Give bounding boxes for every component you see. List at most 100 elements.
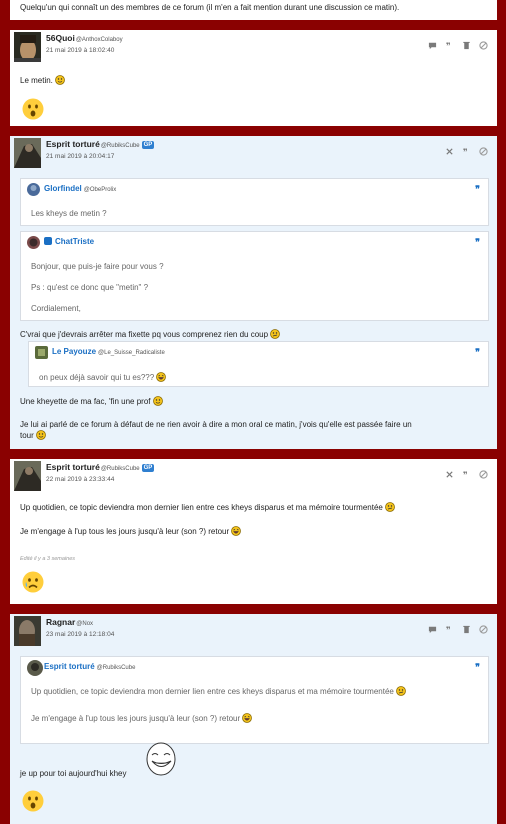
author-pseudo[interactable]: Ragnar xyxy=(46,617,75,627)
quote-icon[interactable] xyxy=(445,41,454,50)
quote-author-pseudo[interactable]: Glorfindel xyxy=(44,184,82,193)
smiley-hmm-icon xyxy=(270,329,280,339)
quote-text: on peux déjà savoir qui tu es??? xyxy=(39,372,166,382)
author-pseudo[interactable]: Esprit torturé xyxy=(46,462,100,472)
edited-note: Edité il y a 3 semaines xyxy=(20,556,76,562)
quote-icon[interactable] xyxy=(462,147,471,156)
quote-le-payouze: Le Payouze @Le_Suisse_Radicaliste ❞ on pe… xyxy=(28,341,489,387)
quote-line: Cordialement, xyxy=(31,304,81,313)
quote-mark-icon: ❞ xyxy=(475,348,480,358)
bot-icon xyxy=(44,237,52,245)
author-name[interactable]: Esprit torturé@RubiksCube GP xyxy=(46,462,155,472)
quote-author[interactable]: Esprit torturé @RubiksCube xyxy=(44,662,135,671)
post-actions xyxy=(428,625,488,634)
quote-mark-icon: ❞ xyxy=(475,185,480,195)
avatar[interactable] xyxy=(14,616,41,646)
smiley-hmm-icon xyxy=(385,502,395,512)
post-text: Le metin. xyxy=(20,75,65,86)
author-handle: @RubiksCube xyxy=(100,466,140,472)
post-text-content: C'vrai que j'devrais arrêter ma fixette … xyxy=(20,330,269,339)
quote-text: Je m'engage à l'up tous les jours jusqu'… xyxy=(31,713,252,723)
wow-reaction-icon[interactable] xyxy=(22,790,44,812)
previous-post-fragment: Quelqu'un qui connaît un des membres de … xyxy=(10,0,497,20)
author-name[interactable]: Esprit torturé@RubiksCube GP xyxy=(46,139,155,149)
quote-author-handle: @ObeProlix xyxy=(83,187,117,193)
quote-text: Les kheys de metin ? xyxy=(31,209,107,218)
avatar[interactable] xyxy=(14,32,41,62)
smiley-rire-icon xyxy=(156,372,166,382)
quote-author[interactable]: Glorfindel @ObeProlix xyxy=(44,184,116,193)
smiley-hmm-icon xyxy=(396,686,406,696)
author-pseudo[interactable]: 56Quoi xyxy=(46,33,75,43)
avatar[interactable] xyxy=(14,461,41,491)
post-header: Esprit torturé@RubiksCube GP 22 mai 2019 … xyxy=(10,459,497,495)
close-icon[interactable] xyxy=(445,147,454,156)
delete-icon[interactable] xyxy=(462,625,471,634)
quote-mark-icon: ❞ xyxy=(475,663,480,673)
post-date[interactable]: 21 mai 2019 à 20:04:17 xyxy=(46,153,114,160)
post-text: Une kheyette de ma fac, 'fin une prof xyxy=(20,396,163,407)
post-esprit-torture-1: Esprit torturé@RubiksCube GP 21 mai 2019 … xyxy=(10,136,497,449)
avatar[interactable] xyxy=(14,138,41,168)
quote-avatar xyxy=(27,236,40,249)
previous-post-text: Quelqu'un qui connaît un des membres de … xyxy=(20,3,400,12)
block-icon[interactable] xyxy=(479,470,488,479)
post-text: C'vrai que j'devrais arrêter ma fixette … xyxy=(20,329,280,340)
quote-author-pseudo[interactable]: ChatTriste xyxy=(55,237,94,246)
smiley-icon xyxy=(55,75,65,85)
quote-chattriste: ChatTriste ❞ Bonjour, que puis-je faire … xyxy=(20,231,489,321)
quote-line: Ps : qu'est ce donc que "metin" ? xyxy=(31,283,149,292)
quote-author-pseudo[interactable]: Le Payouze xyxy=(52,347,96,356)
smiley-icon xyxy=(36,430,46,440)
quote-line: Bonjour, que puis-je faire pour vous ? xyxy=(31,262,164,271)
quote-icon[interactable] xyxy=(462,470,471,479)
quote-author-pseudo[interactable]: Esprit torturé xyxy=(44,662,95,671)
author-name[interactable]: 56Quoi@AnthoxColaboy xyxy=(46,33,123,43)
quote-glorfindel: Glorfindel @ObeProlix ❞ Les kheys de meti… xyxy=(20,178,489,226)
post-text: Je lui ai parlé de ce forum à défaut de … xyxy=(20,420,412,429)
post-text: tour xyxy=(20,430,46,441)
gp-badge: GP xyxy=(141,464,155,472)
wow-reaction-icon[interactable] xyxy=(22,98,44,120)
post-text-content: Une kheyette de ma fac, 'fin une prof xyxy=(20,397,151,406)
quote-esprit-torture: Esprit torturé @RubiksCube ❞ Up quotidien… xyxy=(20,656,489,744)
post-date[interactable]: 22 mai 2019 à 23:33:44 xyxy=(46,476,114,483)
quote-avatar xyxy=(27,660,43,676)
close-icon[interactable] xyxy=(445,470,454,479)
quote-author-handle: @Le_Suisse_Radicaliste xyxy=(98,350,165,356)
quote-icon[interactable] xyxy=(445,625,454,634)
post-header: Esprit torturé@RubiksCube GP 21 mai 2019 … xyxy=(10,136,497,172)
smiley-icon xyxy=(153,396,163,406)
post-actions xyxy=(445,147,488,156)
message-icon[interactable] xyxy=(428,41,437,50)
author-handle: @RubiksCube xyxy=(100,143,140,149)
quote-author[interactable]: ChatTriste xyxy=(44,237,94,246)
author-name[interactable]: Ragnar@Nox xyxy=(46,617,93,627)
post-text: Je m'engage à l'up tous les jours jusqu'… xyxy=(20,526,241,537)
author-handle: @AnthoxColaboy xyxy=(75,37,123,43)
quote-text-content: Je m'engage à l'up tous les jours jusqu'… xyxy=(31,714,241,723)
post-text-content: Je m'engage à l'up tous les jours jusqu'… xyxy=(20,527,230,536)
sad-reaction-icon[interactable] xyxy=(22,571,44,593)
quote-author[interactable]: Le Payouze @Le_Suisse_Radicaliste xyxy=(52,347,165,356)
block-icon[interactable] xyxy=(479,625,488,634)
author-pseudo[interactable]: Esprit torturé xyxy=(46,139,100,149)
quote-author-handle: @RubiksCube xyxy=(96,665,136,671)
delete-icon[interactable] xyxy=(462,41,471,50)
post-56quoi: 56Quoi@AnthoxColaboy 21 mai 2019 à 18:02… xyxy=(10,30,497,126)
post-date[interactable]: 21 mai 2019 à 18:02:40 xyxy=(46,47,114,54)
post-esprit-torture-2: Esprit torturé@RubiksCube GP 22 mai 2019 … xyxy=(10,459,497,604)
block-icon[interactable] xyxy=(479,41,488,50)
post-header: 56Quoi@AnthoxColaboy 21 mai 2019 à 18:02… xyxy=(10,30,497,66)
post-date[interactable]: 23 mai 2019 à 12:18:04 xyxy=(46,631,114,638)
post-text-content: Up quotidien, ce topic deviendra mon der… xyxy=(20,503,383,512)
post-text: je up pour toi aujourd'hui khey xyxy=(20,769,127,778)
message-icon[interactable] xyxy=(428,625,437,634)
quote-text-content: Up quotidien, ce topic deviendra mon der… xyxy=(31,687,394,696)
troll-face-sticker xyxy=(145,742,177,776)
quote-avatar xyxy=(27,183,40,196)
post-text: Up quotidien, ce topic deviendra mon der… xyxy=(20,502,395,513)
quote-text: Up quotidien, ce topic deviendra mon der… xyxy=(31,686,406,696)
block-icon[interactable] xyxy=(479,147,488,156)
post-text-content: tour xyxy=(20,431,34,440)
